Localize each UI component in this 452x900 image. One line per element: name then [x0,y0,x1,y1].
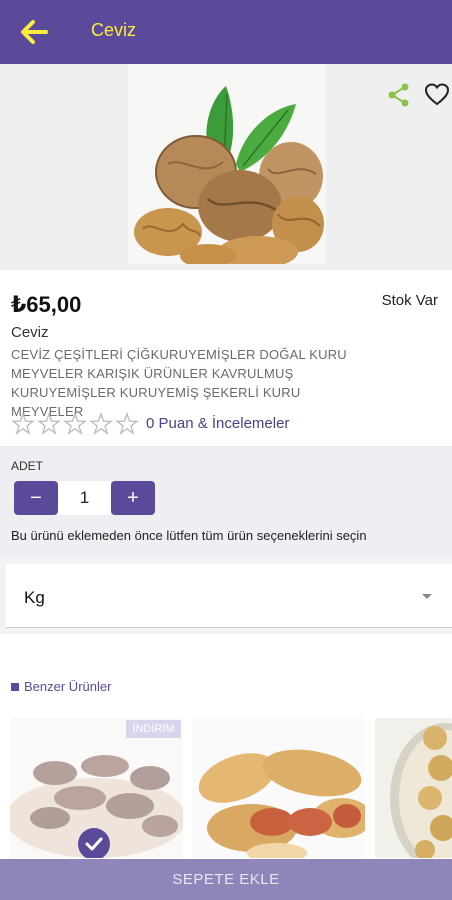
app-bar: Ceviz [0,0,452,64]
page-title: Ceviz [91,20,137,40]
reviews-link[interactable]: 0 Puan & İncelemeler [146,415,289,432]
check-circle-icon [78,828,110,858]
decrease-quantity-button[interactable]: − [14,481,58,515]
discount-badge: İNDİRİM [126,720,181,738]
heart-outline-icon [424,83,450,106]
star-outline-icon[interactable] [37,412,61,436]
walnut-image [128,64,326,264]
peanuts-icon [192,718,365,858]
rating-stars[interactable] [11,412,139,436]
similar-products-header: Benzer Ürünler [11,679,111,694]
similar-product-card[interactable] [192,718,365,858]
star-outline-icon[interactable] [115,412,139,436]
star-outline-icon[interactable] [63,412,87,436]
share-button[interactable] [386,82,412,108]
star-outline-icon[interactable] [89,412,113,436]
quantity-label: ADET [11,459,44,473]
dropdown-arrow-icon [422,594,432,599]
bullet-square-icon [11,682,19,691]
arrow-left-icon [21,20,48,44]
similar-product-card[interactable]: İNDİRİM [10,718,183,858]
options-hint: Bu ürünü eklemeden önce lütfen tüm ürün … [11,528,367,543]
unit-select-value: Kg [24,588,45,607]
increase-quantity-button[interactable]: + [111,481,155,515]
back-button[interactable] [18,16,50,48]
similar-product-card[interactable] [375,718,452,858]
star-outline-icon[interactable] [11,412,35,436]
similar-products-title: Benzer Ürünler [24,679,112,694]
quantity-value[interactable]: 1 [58,481,111,515]
product-image-gallery[interactable] [0,64,452,312]
favorite-button[interactable] [424,82,450,108]
product-name: Ceviz [11,324,49,341]
chickpeas-icon [390,723,452,858]
stock-status: Stok Var [381,292,438,309]
add-to-cart-button[interactable]: SEPETE EKLE [0,859,452,900]
unit-select[interactable]: Kg [6,564,452,628]
product-description: CEVİZ ÇEŞİTLERİ ÇİĞKURUYEMİŞLER DOĞAL KU… [11,347,347,419]
product-price: ₺65,00 [11,292,82,317]
share-icon [388,83,409,107]
